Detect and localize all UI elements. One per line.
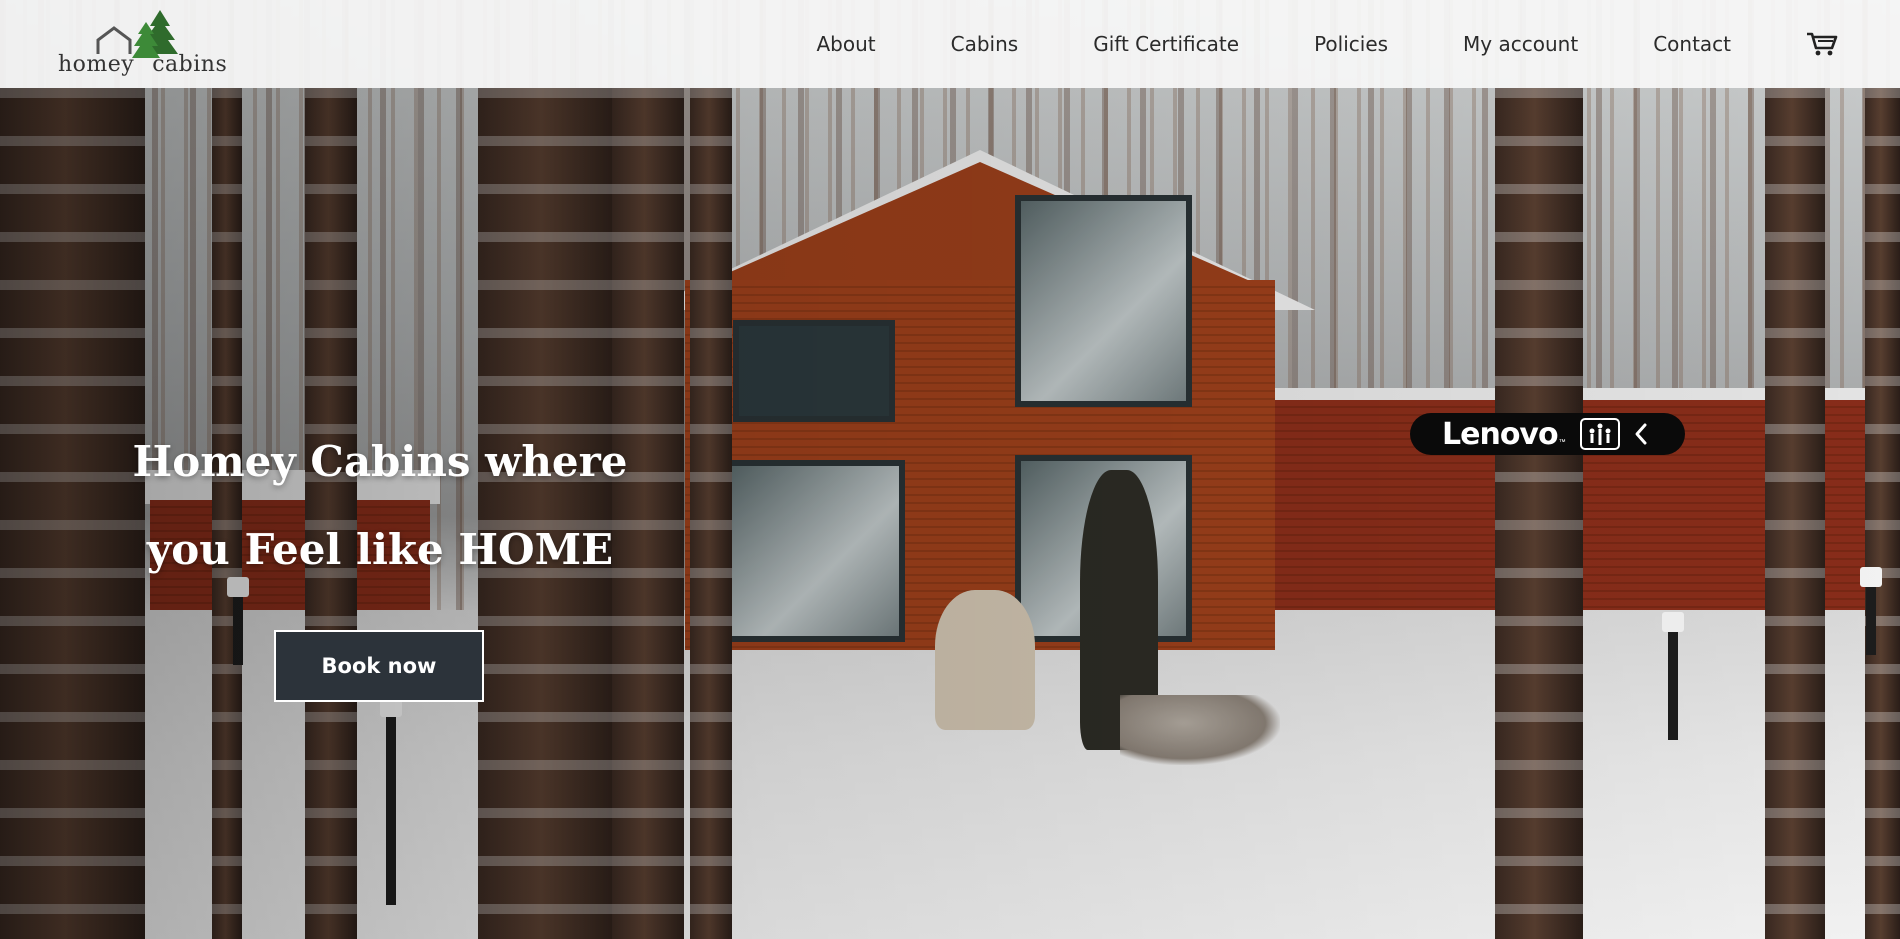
shopping-cart-icon[interactable] (1806, 31, 1838, 57)
nav-my-account[interactable]: My account (1463, 32, 1578, 56)
lenovo-brand-text: Lenovo (1442, 416, 1559, 452)
nav-contact[interactable]: Contact (1653, 32, 1731, 56)
main-nav: About Cabins Gift Certificate Policies M… (817, 0, 1900, 88)
hero-heading-line1: Homey Cabins where (132, 437, 628, 486)
lenovo-trademark: ™ (1558, 438, 1566, 446)
hero-heading: Homey Cabins where you Feel like HOME (130, 418, 630, 594)
chevron-left-icon[interactable] (1632, 422, 1650, 446)
nav-cabins[interactable]: Cabins (951, 32, 1019, 56)
site-header: homey cabins About Cabins Gift Certificat… (0, 0, 1900, 88)
nav-gift-certificate[interactable]: Gift Certificate (1093, 32, 1239, 56)
site-logo[interactable]: homey cabins (56, 8, 227, 82)
nav-policies[interactable]: Policies (1314, 32, 1388, 56)
lenovo-overlay-badge[interactable]: Lenovo ™ (1410, 413, 1685, 455)
book-now-button[interactable]: Book now (274, 630, 484, 702)
page: homey cabins About Cabins Gift Certificat… (0, 0, 1900, 939)
lenovo-vantage-icon[interactable] (1579, 418, 1620, 450)
house-and-pine-trees-logo-icon (96, 10, 178, 58)
nav-about[interactable]: About (817, 32, 876, 56)
logo-word-homey: homey (58, 52, 135, 77)
logo-wordmark: homey cabins (58, 52, 227, 77)
logo-word-cabins: cabins (152, 52, 228, 77)
hero-heading-line2: you Feel like HOME (146, 525, 614, 574)
